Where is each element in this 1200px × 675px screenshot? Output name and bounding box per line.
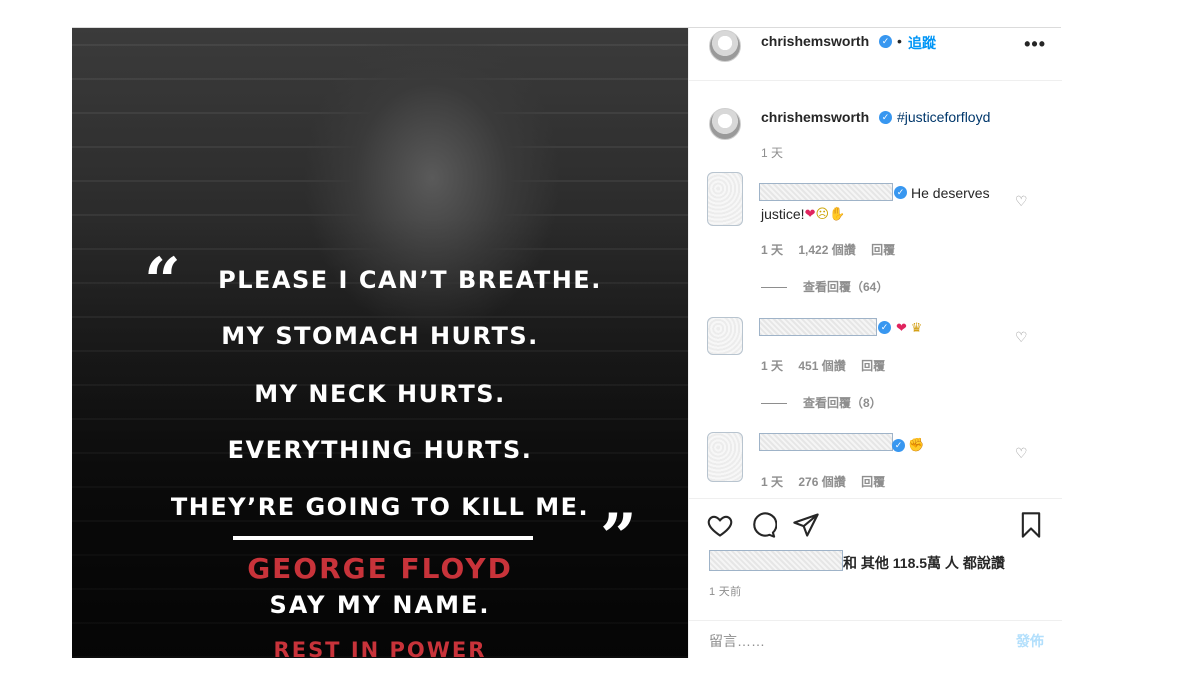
view-replies-button[interactable]: 查看回覆（8） [761, 394, 882, 411]
caption-username[interactable]: chrishemsworth [761, 109, 869, 125]
comment-username-redacted[interactable] [759, 433, 893, 451]
fist-emoji-icon: ✊ [908, 438, 925, 454]
comment-bar: 留言…… 發佈 [689, 620, 1062, 659]
comment-avatar[interactable] [707, 317, 743, 355]
image-rest-in-power: REST IN POWER [273, 638, 487, 658]
image-say-name: SAY MY NAME. [269, 591, 491, 619]
quote-line-2: MY STOMACH HURTS. [221, 322, 539, 350]
more-options-icon[interactable]: ••• [1024, 34, 1046, 55]
post-actions [689, 498, 1062, 589]
comment-reply-button[interactable]: 回覆 [861, 475, 885, 489]
bookmark-icon[interactable] [1017, 511, 1045, 539]
comment-meta: 1 天 1,422 個讚 回覆 [761, 241, 907, 258]
follow-button[interactable]: 追蹤 [908, 33, 936, 53]
share-icon[interactable] [792, 511, 820, 539]
image-name: GEORGE FLOYD [247, 552, 513, 585]
comment-likes[interactable]: 276 個讚 [798, 475, 845, 489]
verified-badge-icon: ✓ [879, 35, 892, 48]
comment-icon[interactable] [749, 511, 777, 539]
verified-badge-icon: ✓ [878, 321, 891, 334]
post-comment-button[interactable]: 發佈 [1016, 631, 1044, 651]
comment-text-line-1: He deserves [911, 185, 990, 201]
praying-hands-emoji-icon: ✋ [829, 207, 846, 223]
verified-badge-icon: ✓ [894, 186, 907, 199]
verified-badge-icon: ✓ [892, 439, 905, 452]
heart-icon[interactable] [706, 511, 734, 539]
quote-line-1: PLEASE I CAN’T BREATHE. [218, 266, 602, 294]
caption-time: 1 天 [761, 146, 784, 160]
replies-line [761, 287, 787, 289]
comment-likes[interactable]: 451 個讚 [798, 359, 845, 373]
author-avatar[interactable] [709, 30, 741, 62]
comment-text: ✊ [908, 435, 924, 456]
author-username[interactable]: chrishemsworth [761, 33, 869, 49]
quote-line-4: EVERYTHING HURTS. [227, 436, 533, 464]
comment-text: ❤ ♛ [896, 318, 922, 339]
comment-avatar[interactable] [707, 172, 743, 226]
quote-line-5: THEY’RE GOING TO KILL ME. [170, 493, 590, 521]
comment-avatar[interactable] [707, 432, 743, 482]
comment-time: 1 天 [761, 243, 784, 257]
comment-like-heart-icon[interactable]: ♡ [1015, 329, 1028, 346]
comment-username-redacted[interactable] [759, 318, 877, 336]
replies-line [761, 403, 787, 405]
post-time-ago: 1 天前 [709, 586, 742, 598]
crown-emoji-icon: ♛ [910, 321, 923, 337]
liked-by-username-redacted[interactable] [709, 550, 843, 571]
likes-summary[interactable]: 和 其他 118.5萬 人 都說讚 [843, 553, 1005, 573]
caption-avatar[interactable] [709, 108, 741, 140]
red-heart-emoji-icon: ❤ [896, 321, 907, 337]
comment-like-heart-icon[interactable]: ♡ [1015, 193, 1028, 210]
comment-username-redacted[interactable] [759, 183, 893, 201]
red-heart-emoji-icon: ❤ [804, 207, 816, 223]
comment-meta: 1 天 451 個讚 回覆 [761, 357, 897, 374]
comment-meta: 1 天 276 個讚 回覆 [761, 473, 897, 490]
verified-badge-icon: ✓ [879, 111, 892, 124]
sad-face-emoji-icon: ☹ [815, 207, 830, 223]
view-replies-button[interactable]: 查看回覆（64） [761, 278, 888, 295]
comment-likes[interactable]: 1,422 個讚 [798, 243, 855, 257]
comment-time: 1 天 [761, 359, 784, 373]
comment-like-heart-icon[interactable]: ♡ [1015, 445, 1028, 462]
post-sidebar: chrishemsworth ✓ • 追蹤 ••• chrishemsworth… [688, 28, 1062, 658]
comment-reply-button[interactable]: 回覆 [871, 243, 895, 257]
image-divider [233, 536, 533, 540]
caption-hashtag[interactable]: #justiceforfloyd [897, 109, 990, 125]
quote-line-3: MY NECK HURTS. [254, 380, 506, 408]
post-header: chrishemsworth ✓ • 追蹤 ••• [689, 28, 1062, 81]
comment-text-line-2: justice!❤☹✋ [761, 204, 845, 225]
separator-dot: • [897, 33, 902, 49]
post-container: “ PLEASE I CAN’T BREATHE. MY STOMACH HUR… [72, 27, 1062, 658]
comment-input[interactable]: 留言…… [709, 631, 765, 651]
comment-reply-button[interactable]: 回覆 [861, 359, 885, 373]
comment-time: 1 天 [761, 475, 784, 489]
post-image[interactable]: “ PLEASE I CAN’T BREATHE. MY STOMACH HUR… [72, 28, 688, 658]
